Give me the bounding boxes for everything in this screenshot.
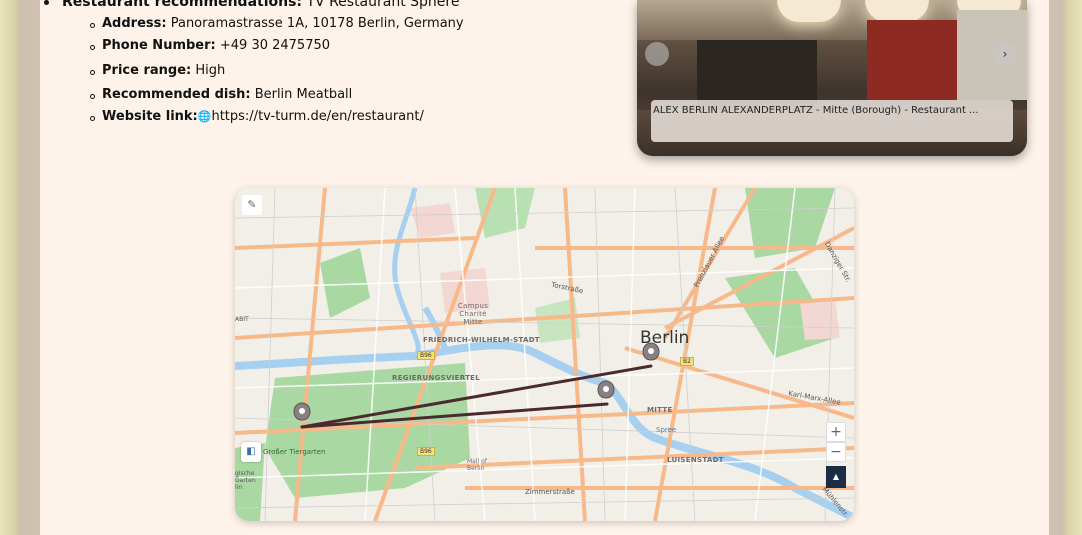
zoom-in-button[interactable]: + — [826, 422, 846, 442]
address-item: Address: Panoramastrasse 1A, 10178 Berli… — [90, 16, 464, 31]
price-value: High — [195, 63, 226, 78]
map-marker[interactable] — [597, 380, 615, 399]
website-item: Website link:🌐https://tv-turm.de/en/rest… — [90, 109, 424, 124]
map-district-label: MITTE — [647, 406, 673, 414]
map-city-label: Berlin — [640, 328, 690, 348]
address-value: Panoramastrasse 1A, 10178 Berlin, German… — [170, 16, 464, 31]
street-view-icon[interactable]: ▲ — [826, 466, 846, 488]
restaurant-heading: Restaurant recommendations: TV Restauran… — [44, 0, 460, 10]
restaurant-heading-value: TV Restaurant Sphere — [306, 0, 460, 10]
map-street-label: Mall of Berlin — [467, 458, 487, 472]
dish-item: Recommended dish: Berlin Meatball — [89, 87, 353, 102]
map-street-label: Großer Tiergarten — [263, 448, 326, 456]
dish-label: Recommended dish: — [102, 87, 251, 102]
road-shield: B96 — [417, 351, 435, 360]
dish-value: Berlin Meatball — [254, 87, 353, 102]
address-label: Address: — [102, 16, 167, 31]
road-shield: B96 — [417, 447, 435, 456]
price-item: Price range: High — [89, 63, 226, 78]
map-district-label: FRIEDRICH-WILHELM-STADT — [423, 336, 540, 344]
list-bullet — [44, 0, 49, 5]
phone-value: +49 30 2475750 — [219, 38, 331, 53]
map-tools-icon[interactable]: ✎ — [242, 195, 262, 215]
website-link[interactable]: https://tv-turm.de/en/restaurant/ — [211, 109, 423, 124]
map-marker[interactable] — [293, 402, 311, 421]
zoom-out-button[interactable]: − — [826, 442, 846, 462]
map-layers-icon[interactable]: ◧ — [241, 442, 261, 462]
price-label: Price range: — [102, 63, 192, 78]
content-page: Restaurant recommendations: TV Restauran… — [40, 0, 1049, 535]
photo-red-wall — [867, 20, 957, 100]
chevron-left-icon[interactable] — [645, 42, 669, 66]
phone-item: Phone Number: +49 30 2475750 — [89, 38, 331, 53]
photo-caption: ALEX BERLIN ALEXANDERPLATZ - Mitte (Boro… — [651, 100, 1013, 142]
route-map[interactable]: Berlin Campus Charité Mitte FRIEDRICH-WI… — [235, 188, 854, 521]
map-district-label: REGIERUNGSVIERTEL — [392, 374, 481, 382]
map-street-label: Spree — [656, 426, 677, 434]
map-base-layer — [235, 188, 854, 521]
map-district-label: Campus Charité Mitte — [457, 302, 489, 326]
map-street-label: Zimmerstraße — [525, 488, 575, 496]
map-edge-label: gische Garten lin — [235, 470, 256, 491]
chevron-right-icon[interactable]: › — [993, 42, 1017, 66]
restaurant-photo-carousel[interactable]: › ALEX BERLIN ALEXANDERPLATZ - Mitte (Bo… — [637, 0, 1027, 156]
map-edge-label: ABIT — [235, 316, 249, 323]
phone-label: Phone Number: — [102, 38, 216, 53]
map-district-label: LUISENSTADT — [667, 456, 724, 464]
globe-icon: 🌐 — [197, 110, 212, 123]
website-label: Website link: — [102, 109, 198, 124]
restaurant-heading-label: Restaurant recommendations: — [62, 0, 303, 10]
road-shield: B2 — [680, 357, 694, 366]
